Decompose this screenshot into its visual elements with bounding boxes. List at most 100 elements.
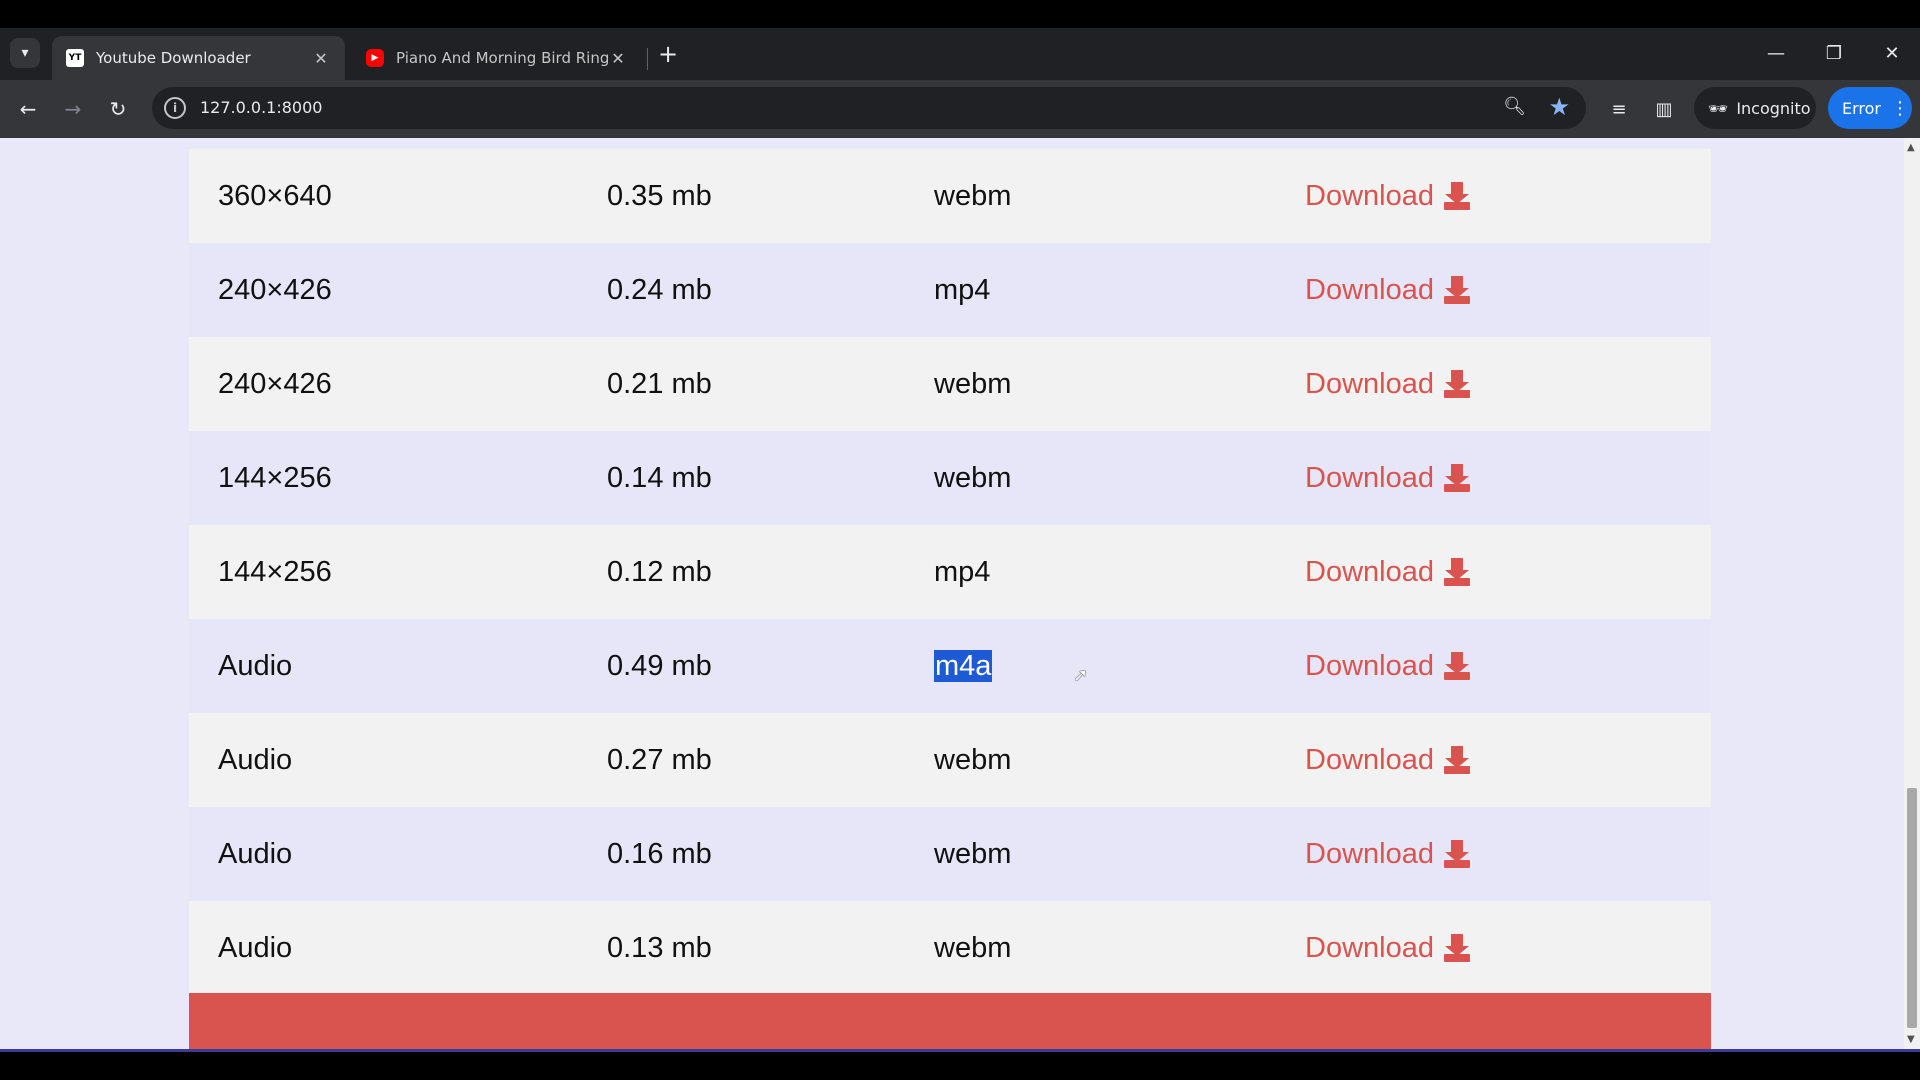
tab-search-button[interactable]: ▾	[10, 38, 40, 68]
download-icon	[1443, 746, 1470, 774]
reload-icon: ↻	[109, 97, 127, 121]
format-cell: mp4	[934, 556, 990, 589]
download-link[interactable]: Download	[1305, 462, 1470, 495]
close-icon[interactable]: ✕	[608, 49, 628, 68]
scroll-up-icon[interactable]: ▲	[1907, 142, 1915, 153]
close-icon: ✕	[1884, 42, 1900, 64]
table-row: 144×256 0.14 mb webm Download	[189, 431, 1711, 525]
page-viewport: 360×640 0.35 mb webm Download 240×426 0.24 mb…	[0, 138, 1920, 1049]
quality-cell: 144×256	[218, 461, 332, 494]
address-bar[interactable]: i 127.0.0.1:8000 🔍︎ ★	[152, 87, 1586, 129]
vertical-scrollbar[interactable]: ▲ ▼	[1904, 138, 1920, 1049]
size-cell: 0.21 mb	[607, 367, 712, 400]
media-controls-icon[interactable]: ≡	[1604, 94, 1634, 124]
tab-title: Piano And Morning Bird Ringto	[396, 49, 608, 67]
back-button[interactable]: ←	[12, 93, 44, 125]
scroll-down-icon[interactable]: ▼	[1907, 1034, 1915, 1045]
minimize-button[interactable]: —	[1756, 38, 1796, 68]
download-icon	[1443, 370, 1470, 398]
incognito-indicator[interactable]: 🕶︎ Incognito	[1694, 87, 1816, 129]
formats-table: 360×640 0.35 mb webm Download 240×426 0.24 mb…	[189, 149, 1711, 995]
download-icon	[1443, 276, 1470, 304]
table-row: Audio 0.13 mb webm Download	[189, 901, 1711, 995]
zoom-icon[interactable]: 🔍︎	[1503, 96, 1526, 117]
incognito-icon: 🕶︎	[1708, 98, 1729, 118]
chevron-down-icon: ▾	[21, 45, 29, 61]
download-icon	[1443, 652, 1470, 680]
download-link[interactable]: Download	[1305, 180, 1470, 213]
close-icon[interactable]: ✕	[311, 49, 331, 68]
download-icon	[1443, 464, 1470, 492]
download-label: Download	[1305, 367, 1434, 400]
arrow-right-icon: →	[64, 97, 82, 121]
tab-piano-ringtone[interactable]: ▶ Piano And Morning Bird Ringto ✕	[352, 36, 642, 80]
restore-button[interactable]: ❐	[1814, 38, 1854, 68]
footer-band	[189, 993, 1711, 1049]
size-cell: 0.24 mb	[607, 273, 712, 306]
new-tab-button[interactable]: +	[654, 40, 682, 68]
info-icon[interactable]: i	[164, 97, 186, 119]
mouse-cursor: ➚	[1073, 665, 1089, 686]
error-menu-button[interactable]: Error ⋮	[1828, 87, 1912, 129]
format-cell: webm	[934, 180, 1011, 213]
youtube-icon: ▶	[366, 49, 384, 67]
format-text: webm	[934, 931, 1012, 964]
format-text: webm	[934, 367, 1012, 400]
browser-toolbar: ← → ↻ i 127.0.0.1:8000 🔍︎ ★ ≡ ▥ 🕶︎ Incog…	[0, 80, 1920, 138]
quality-cell: 240×426	[218, 273, 332, 306]
tab-strip: ▾ YT Youtube Downloader ✕ ▶ Piano And Mo…	[0, 28, 1920, 80]
table-row: Audio 0.27 mb webm Download	[189, 713, 1711, 807]
download-label: Download	[1305, 743, 1434, 776]
download-label: Download	[1305, 837, 1434, 870]
size-cell: 0.16 mb	[607, 837, 712, 870]
close-window-button[interactable]: ✕	[1872, 38, 1912, 68]
format-cell: m4a	[934, 649, 993, 683]
download-link[interactable]: Download	[1305, 556, 1470, 589]
download-icon	[1443, 934, 1470, 962]
viewport-bottom-edge	[0, 1049, 1920, 1052]
reload-button[interactable]: ↻	[102, 93, 134, 125]
minimize-icon: —	[1767, 42, 1785, 64]
format-cell: webm	[934, 368, 1011, 401]
plus-icon: +	[657, 40, 679, 68]
download-link[interactable]: Download	[1305, 932, 1470, 965]
table-row: 240×426 0.24 mb mp4 Download	[189, 243, 1711, 337]
download-link[interactable]: Download	[1305, 368, 1470, 401]
side-panel-icon[interactable]: ▥	[1649, 94, 1679, 124]
size-cell: 0.12 mb	[607, 555, 712, 588]
forward-button[interactable]: →	[57, 93, 89, 125]
quality-cell: 144×256	[218, 555, 332, 588]
download-link[interactable]: Download	[1305, 650, 1470, 683]
scrollbar-thumb[interactable]	[1907, 788, 1917, 1028]
quality-cell: Audio	[218, 649, 293, 682]
download-icon	[1443, 558, 1470, 586]
url-text[interactable]: 127.0.0.1:8000	[200, 98, 322, 117]
format-text: mp4	[934, 555, 991, 588]
download-link[interactable]: Download	[1305, 274, 1470, 307]
table-row: 240×426 0.21 mb webm Download	[189, 337, 1711, 431]
download-icon	[1443, 182, 1470, 210]
tab-youtube-downloader[interactable]: YT Youtube Downloader ✕	[52, 36, 345, 80]
size-cell: 0.13 mb	[607, 931, 712, 964]
format-cell: webm	[934, 744, 1011, 777]
format-text: webm	[934, 837, 1012, 870]
download-label: Download	[1305, 179, 1434, 212]
download-icon	[1443, 840, 1470, 868]
bookmark-star-icon[interactable]: ★	[1548, 93, 1570, 121]
quality-cell: Audio	[218, 837, 293, 870]
download-link[interactable]: Download	[1305, 838, 1470, 871]
format-text: webm	[934, 179, 1012, 212]
download-label: Download	[1305, 649, 1434, 682]
quality-cell: Audio	[218, 743, 293, 776]
table-row: Audio 0.16 mb webm Download	[189, 807, 1711, 901]
size-cell: 0.49 mb	[607, 649, 712, 682]
quality-cell: Audio	[218, 931, 293, 964]
format-cell: webm	[934, 462, 1011, 495]
size-cell: 0.27 mb	[607, 743, 712, 776]
download-link[interactable]: Download	[1305, 744, 1470, 777]
favicon-icon: YT	[66, 49, 84, 67]
tab-title: Youtube Downloader	[96, 49, 251, 67]
incognito-label: Incognito	[1736, 98, 1811, 118]
format-cell: webm	[934, 838, 1011, 871]
arrow-left-icon: ←	[19, 97, 37, 121]
